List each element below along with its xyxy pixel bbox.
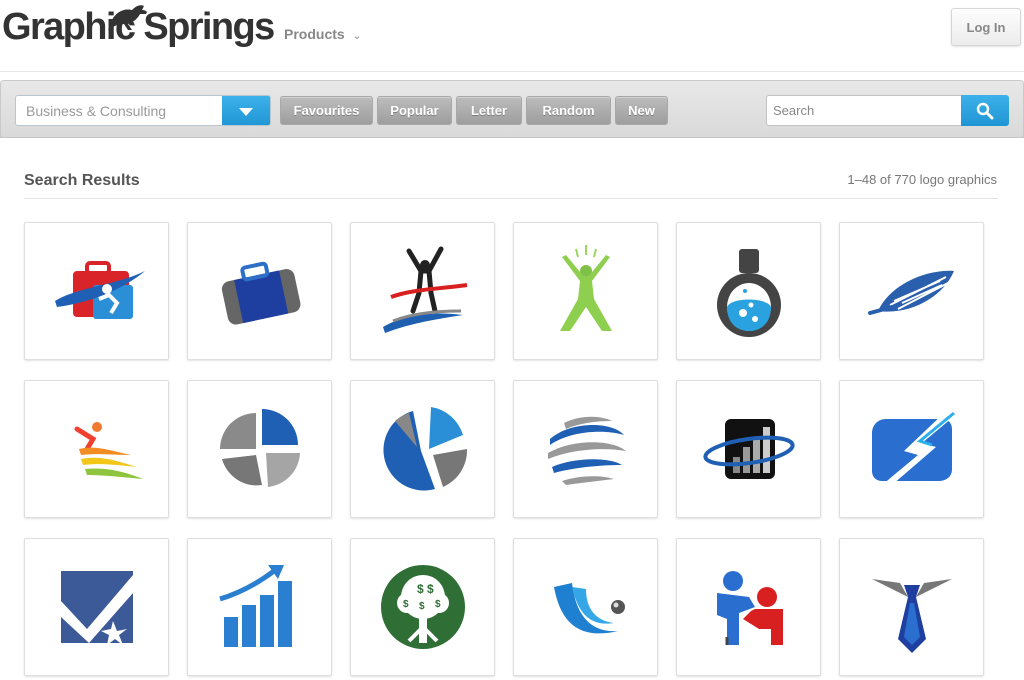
green-person-icon — [559, 245, 612, 331]
new-button[interactable]: New — [615, 96, 668, 125]
chevron-down-icon: ⌄ — [352, 30, 362, 42]
logo-card[interactable] — [839, 222, 984, 360]
divider — [24, 198, 998, 199]
svg-text:$: $ — [403, 599, 409, 610]
logo-card[interactable] — [513, 380, 658, 518]
logo-card[interactable] — [839, 380, 984, 518]
logo-card[interactable] — [839, 538, 984, 676]
logo-card[interactable] — [24, 538, 169, 676]
products-label: Products — [284, 26, 345, 42]
category-dropdown[interactable]: Business & Consulting — [15, 95, 271, 126]
blue-pie-chart-icon — [382, 407, 467, 491]
search-box — [766, 95, 1009, 126]
results-count: 1–48 of 770 logo graphics — [847, 172, 997, 187]
blue-bolt-icon — [871, 411, 958, 485]
logo-card[interactable] — [187, 380, 332, 518]
favourites-button[interactable]: Favourites — [280, 96, 373, 125]
login-button[interactable]: Log In — [951, 8, 1021, 46]
search-input[interactable] — [766, 95, 962, 126]
growth-arrow-chart-icon — [218, 565, 292, 647]
logo-card[interactable] — [187, 538, 332, 676]
logo-card[interactable] — [24, 380, 169, 518]
briefcase-runner-icon — [54, 261, 145, 319]
svg-text:$: $ — [435, 599, 441, 610]
logo-card[interactable] — [24, 222, 169, 360]
dropdown-toggle-button[interactable] — [222, 96, 270, 125]
necktie-icon — [871, 579, 952, 653]
logo-card[interactable] — [350, 222, 495, 360]
popular-button[interactable]: Popular — [377, 96, 452, 125]
site-header: Graphic Springs Products ⌄ Log In — [0, 0, 1024, 72]
gray-pie-chart-icon — [219, 409, 300, 487]
search-button[interactable] — [961, 95, 1009, 126]
logo-card[interactable] — [676, 222, 821, 360]
briefcase-icon — [221, 261, 300, 325]
kangaroo-icon — [108, 5, 147, 31]
money-tree-icon: $ $ $ $ $ — [380, 565, 465, 649]
bar-chart-orbit-icon — [702, 419, 795, 479]
site-logo[interactable]: Graphic Springs — [2, 2, 275, 52]
rainbow-figure-icon — [74, 422, 143, 479]
checkmark-star-icon — [60, 571, 133, 645]
finish-line-runner-icon — [382, 246, 467, 333]
logo-card[interactable] — [350, 380, 495, 518]
triangle-down-icon — [239, 107, 253, 116]
logo-card[interactable] — [187, 222, 332, 360]
handshake-people-icon — [699, 571, 783, 657]
blue-wave-icon — [553, 583, 625, 634]
svg-text:$: $ — [417, 582, 424, 596]
logo-card[interactable] — [513, 538, 658, 676]
search-icon — [976, 102, 994, 119]
filter-toolbar: Business & Consulting Favourites Popular… — [0, 80, 1024, 138]
products-menu[interactable]: Products ⌄ — [284, 26, 361, 42]
logo-card[interactable]: $ $ $ $ $ — [350, 538, 495, 676]
random-button[interactable]: Random — [526, 96, 611, 125]
flask-icon — [716, 249, 781, 337]
svg-text:$: $ — [419, 601, 425, 612]
leaf-stripes-icon — [867, 270, 954, 315]
letter-button[interactable]: Letter — [456, 96, 522, 125]
logo-card[interactable] — [676, 380, 821, 518]
logo-card[interactable] — [513, 222, 658, 360]
category-value: Business & Consulting — [26, 103, 167, 119]
striped-globe-icon — [547, 411, 626, 487]
logo-card[interactable] — [676, 538, 821, 676]
results-title: Search Results — [24, 172, 140, 189]
svg-text:$: $ — [427, 582, 434, 596]
